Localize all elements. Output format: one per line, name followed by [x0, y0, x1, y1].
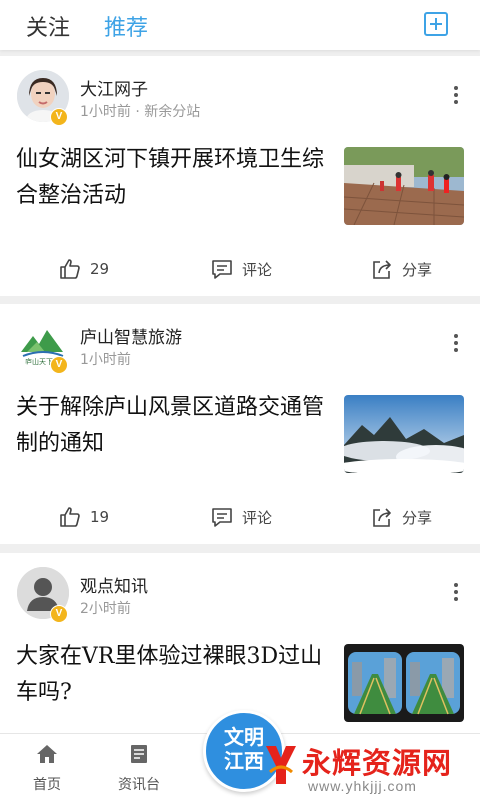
watermark-logo-icon	[266, 746, 296, 784]
verified-badge: V	[50, 108, 68, 126]
more-options-icon[interactable]	[454, 334, 458, 352]
article-thumbnail[interactable]	[344, 147, 464, 225]
nav-news[interactable]: 资讯台	[104, 744, 174, 794]
comment-button[interactable]: 评论	[210, 502, 272, 532]
watermark-url: www.yhkjjj.com	[308, 778, 417, 794]
watermark-text: 永辉资源网	[302, 746, 453, 780]
nav-news-label: 资讯台	[118, 777, 160, 793]
article-title[interactable]: 关于解除庐山风景区道路交通管制的通知	[16, 390, 334, 462]
action-bar: 29 评论 分享	[0, 254, 480, 284]
nav-home[interactable]: 首页	[12, 744, 82, 794]
more-options-icon[interactable]	[454, 86, 458, 104]
like-button[interactable]: 19	[58, 502, 109, 532]
like-button[interactable]: 29	[58, 254, 109, 284]
author-name[interactable]: 庐山智慧旅游	[80, 323, 182, 348]
share-icon	[370, 257, 394, 281]
tab-recommend[interactable]: 推荐	[104, 10, 148, 42]
watermark: 永辉资源网 www.yhkjjj.com	[262, 738, 480, 800]
vr-rollercoaster-photo-icon	[344, 644, 464, 722]
share-label: 分享	[402, 260, 433, 279]
article-thumbnail[interactable]	[344, 395, 464, 473]
mountain-fog-photo-icon	[344, 395, 464, 473]
post-meta: 1小时前 · 新余分站	[80, 104, 201, 120]
top-bar: 关注 推荐	[0, 0, 480, 50]
article-thumbnail[interactable]	[344, 644, 464, 722]
nav-home-label: 首页	[33, 777, 61, 793]
comment-label: 评论	[242, 260, 273, 279]
comment-icon	[210, 257, 234, 281]
post-meta: 1小时前	[80, 352, 131, 368]
verified-badge: V	[50, 605, 68, 623]
tab-follow[interactable]: 关注	[26, 10, 70, 42]
share-button[interactable]: 分享	[370, 254, 432, 284]
author-name[interactable]: 大江网子	[80, 75, 148, 100]
thumbs-up-icon	[58, 505, 82, 529]
author-name[interactable]: 观点知讯	[80, 572, 148, 597]
like-count: 19	[90, 508, 110, 526]
share-label: 分享	[402, 508, 433, 527]
news-icon	[104, 744, 174, 768]
share-button[interactable]: 分享	[370, 502, 432, 532]
thumbs-up-icon	[58, 257, 82, 281]
feed-card[interactable]: 庐山天下悠 V 庐山智慧旅游 1小时前 关于解除庐山风景区道路交通管制的通知 1…	[0, 304, 480, 544]
comment-icon	[210, 505, 234, 529]
street-cleaning-photo-icon	[344, 147, 464, 225]
plus-square-icon[interactable]	[424, 12, 448, 36]
feed-card[interactable]: V 大江网子 1小时前 · 新余分站 仙女湖区河下镇开展环境卫生综合整治活动 2…	[0, 56, 480, 296]
share-icon	[370, 505, 394, 529]
comment-label: 评论	[242, 508, 273, 527]
article-title[interactable]: 仙女湖区河下镇开展环境卫生综合整治活动	[16, 142, 334, 214]
more-options-icon[interactable]	[454, 583, 458, 601]
action-bar: 19 评论 分享	[0, 502, 480, 532]
article-title[interactable]: 大家在VR里体验过裸眼3D过山车吗?	[16, 639, 334, 711]
comment-button[interactable]: 评论	[210, 254, 272, 284]
verified-badge: V	[50, 356, 68, 374]
home-icon	[12, 744, 82, 768]
like-count: 29	[90, 260, 110, 278]
post-meta: 2小时前	[80, 601, 131, 617]
